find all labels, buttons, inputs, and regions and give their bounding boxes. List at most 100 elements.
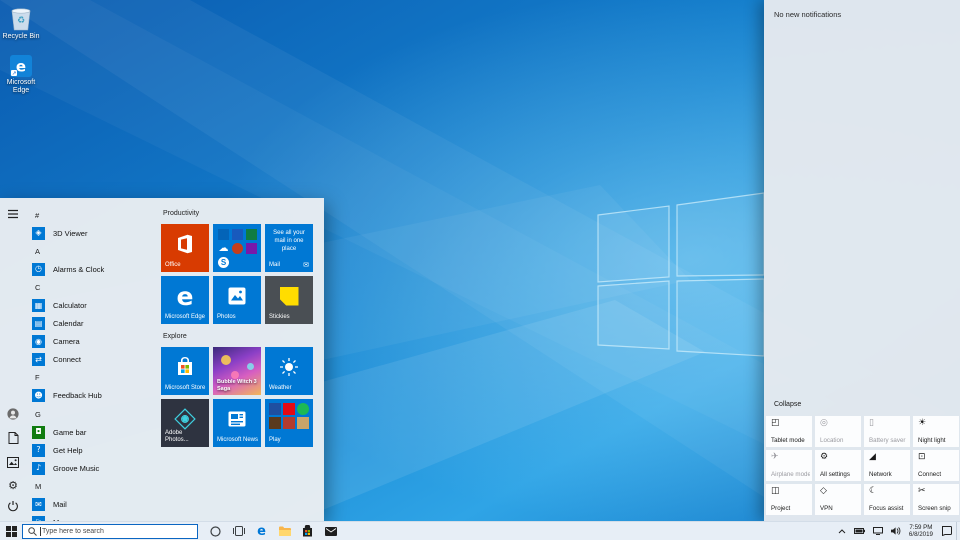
- app-list-item-calculator[interactable]: ▦Calculator: [32, 296, 160, 314]
- quick-action-label: Project: [771, 505, 810, 512]
- start-tile-stickies[interactable]: Stickies: [265, 276, 313, 324]
- quick-action-vpn[interactable]: ◇VPN: [815, 484, 861, 515]
- start-tile-mail[interactable]: See all your mail in one placeMail✉: [265, 224, 313, 272]
- tile-grid: Office☁SSee all your mail in one placeMa…: [161, 224, 324, 324]
- app-list-section-header-[interactable]: #: [32, 206, 160, 224]
- action-center-button[interactable]: [937, 522, 956, 540]
- quick-action-label: Night light: [918, 437, 957, 444]
- task-view-button[interactable]: [227, 522, 250, 540]
- file-explorer-button[interactable]: [273, 522, 296, 540]
- start-button[interactable]: [0, 522, 22, 540]
- mail-taskbar-button[interactable]: [319, 522, 342, 540]
- tile-message: See all your mail in one place: [268, 230, 310, 253]
- calendar-icon: ▤: [32, 317, 45, 330]
- quick-action-network[interactable]: ◢Network: [864, 450, 910, 481]
- quick-action-battery-saver[interactable]: ▯Battery saver: [864, 416, 910, 447]
- collapse-button[interactable]: Collapse: [774, 401, 801, 408]
- start-tile-weather[interactable]: Weather: [265, 347, 313, 395]
- search-input[interactable]: [42, 528, 197, 535]
- app-list-item-maps[interactable]: ⚐Maps: [32, 514, 160, 521]
- quick-action-tablet-mode[interactable]: ◰Tablet mode: [766, 416, 812, 447]
- mail-icon: ✉: [32, 498, 45, 511]
- quick-action-night-light[interactable]: ☀Night light: [913, 416, 959, 447]
- quick-action-connect[interactable]: ⊡Connect: [913, 450, 959, 481]
- quick-action-focus-assist[interactable]: ☾Focus assist: [864, 484, 910, 515]
- start-tile-photos[interactable]: Photos: [213, 276, 261, 324]
- start-tile-office[interactable]: Office: [161, 224, 209, 272]
- app-list-item-groove-music[interactable]: ♪Groove Music: [32, 459, 160, 477]
- quick-action-label: Airplane mode: [771, 471, 810, 478]
- clock-date: 6/8/2019: [909, 531, 933, 538]
- app-list-item-feedback-hub[interactable]: ☻Feedback Hub: [32, 387, 160, 405]
- app-list-item-get-help[interactable]: ?Get Help: [32, 441, 160, 459]
- desktop-icon-label: Recycle Bin: [3, 33, 40, 41]
- documents-button[interactable]: [0, 428, 26, 448]
- start-tile-microsoft-store[interactable]: Microsoft Store: [161, 347, 209, 395]
- app-list-section-header-f[interactable]: F: [32, 369, 160, 387]
- store-taskbar-button[interactable]: [296, 522, 319, 540]
- app-list-item-3d-viewer[interactable]: ◈3D Viewer: [32, 224, 160, 242]
- quick-action-label: Location: [820, 437, 859, 444]
- edge-taskbar-button[interactable]: e: [250, 522, 273, 540]
- expand-start-menu-button[interactable]: [0, 204, 26, 224]
- app-label: Calendar: [53, 319, 83, 328]
- app-list-item-alarms-clock[interactable]: ◷Alarms & Clock: [32, 260, 160, 278]
- camera-icon: ◉: [32, 335, 45, 348]
- start-tile-microsoft-news[interactable]: Microsoft News: [213, 399, 261, 447]
- battery-saver-icon: ▯: [869, 419, 874, 428]
- calculator-icon: ▦: [32, 299, 45, 312]
- start-tile-bubble-witch-3-saga[interactable]: Bubble Witch 3 Saga: [213, 347, 261, 395]
- quick-action-airplane-mode[interactable]: ✈Airplane mode: [766, 450, 812, 481]
- windows-logo-icon: [6, 526, 17, 537]
- volume-tray-button[interactable]: [887, 522, 905, 540]
- screen-snip-icon: ✂: [918, 487, 926, 496]
- start-rail: ⚙: [0, 198, 26, 521]
- network-tray-button[interactable]: [869, 522, 887, 540]
- quick-action-location[interactable]: ◎Location: [815, 416, 861, 447]
- search-box[interactable]: [22, 524, 198, 539]
- hidden-icons-button[interactable]: [834, 522, 850, 540]
- text-caret: [40, 527, 41, 536]
- taskbar-clock[interactable]: 7:59 PM 6/8/2019: [905, 522, 937, 540]
- start-app-list: #◈3D ViewerA◷Alarms & ClockC▦Calculator▤…: [26, 198, 160, 521]
- app-list-item-game-bar[interactable]: ◘Game bar: [32, 423, 160, 441]
- quick-action-project[interactable]: ◫Project: [766, 484, 812, 515]
- all-settings-icon: ⚙: [820, 453, 828, 462]
- quick-action-label: All settings: [820, 471, 859, 478]
- start-tile-office-apps-tile[interactable]: ☁S: [213, 224, 261, 272]
- app-list-item-mail[interactable]: ✉Mail: [32, 496, 160, 514]
- action-center: No new notifications Collapse ◰Tablet mo…: [764, 0, 960, 521]
- user-account-button[interactable]: [0, 404, 26, 424]
- battery-icon: [854, 528, 865, 534]
- battery-tray-button[interactable]: [850, 522, 869, 540]
- start-tile-play[interactable]: Play: [265, 399, 313, 447]
- quick-action-all-settings[interactable]: ⚙ All settings: [815, 450, 861, 481]
- vpn-icon: ◇: [820, 487, 827, 496]
- show-desktop-button[interactable]: [956, 522, 960, 540]
- app-list-item-camera[interactable]: ◉Camera: [32, 333, 160, 351]
- app-list-item-connect[interactable]: ⇄Connect: [32, 351, 160, 369]
- app-list-section-header-g[interactable]: G: [32, 405, 160, 423]
- alarms-clock-icon: ◷: [32, 263, 45, 276]
- app-list-item-calendar[interactable]: ▤ Calendar: [32, 315, 160, 333]
- cortana-icon: [210, 526, 221, 537]
- quick-action-screen-snip[interactable]: ✂Screen snip: [913, 484, 959, 515]
- start-tile-microsoft-edge[interactable]: eMicrosoft Edge: [161, 276, 209, 324]
- section-label: #: [32, 211, 39, 220]
- start-tile-adobe-photos[interactable]: Adobe Photos...: [161, 399, 209, 447]
- network-icon: ◢: [869, 453, 876, 462]
- app-label: Game bar: [53, 428, 86, 437]
- desktop-icon-microsoft-edge[interactable]: e ↗ Microsoft Edge: [0, 55, 44, 95]
- quick-action-label: Connect: [918, 471, 957, 478]
- app-list-section-header-c[interactable]: C: [32, 278, 160, 296]
- settings-button[interactable]: ⚙: [0, 475, 26, 495]
- app-list-section-header-a[interactable]: A: [32, 242, 160, 260]
- pictures-button[interactable]: [0, 452, 26, 472]
- cortana-button[interactable]: [204, 522, 227, 540]
- desktop-icon-recycle-bin[interactable]: ♻ Recycle Bin: [0, 5, 44, 41]
- app-label: Get Help: [53, 446, 83, 455]
- app-list-section-header-m[interactable]: M: [32, 477, 160, 495]
- connect-icon: ⇄: [32, 353, 45, 366]
- power-button[interactable]: [0, 496, 26, 516]
- svg-text:♻: ♻: [17, 16, 25, 26]
